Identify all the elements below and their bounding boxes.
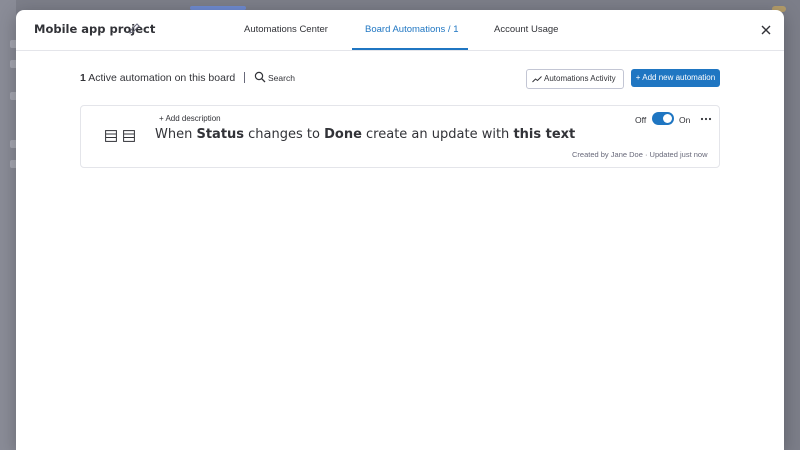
- toggle-knob: [663, 114, 672, 123]
- activity-graph-icon: [532, 76, 542, 83]
- add-new-automation-label: + Add new automation: [635, 73, 716, 82]
- automation-recipe[interactable]: When Status changes to Done create an up…: [155, 127, 575, 142]
- recipe-trigger-column[interactable]: Status: [196, 127, 244, 142]
- active-tab-indicator: [352, 48, 468, 50]
- active-automations-label: 1 Active automation on this board: [80, 72, 235, 84]
- pencil-icon[interactable]: [128, 23, 140, 35]
- automations-activity-label: Automations Activity: [544, 74, 616, 83]
- modal-header: Mobile app project Automations Center Bo…: [16, 10, 784, 51]
- toggle-off-label: Off: [635, 115, 647, 125]
- tab-account-usage[interactable]: Account Usage: [494, 24, 558, 35]
- recipe-text: create an update with: [361, 127, 514, 142]
- automation-toggle[interactable]: [652, 112, 674, 125]
- recipe-text: When: [155, 127, 197, 142]
- close-icon[interactable]: [760, 24, 772, 36]
- recipe-text: changes to: [244, 127, 325, 142]
- automations-activity-button[interactable]: Automations Activity: [526, 69, 624, 89]
- search-label: Search: [268, 73, 295, 83]
- automation-count-suffix: Active automation on this board: [88, 72, 236, 84]
- tab-board-automations[interactable]: Board Automations / 1: [365, 24, 458, 35]
- board-icon: [123, 130, 135, 142]
- tab-automations-center[interactable]: Automations Center: [244, 24, 328, 35]
- add-new-automation-button[interactable]: + Add new automation: [631, 69, 720, 87]
- toggle-on-label: On: [679, 115, 691, 125]
- add-description-link[interactable]: + Add description: [159, 114, 221, 123]
- divider: [244, 72, 245, 83]
- automation-card[interactable]: + Add description When Status changes to…: [80, 105, 720, 168]
- recipe-update-text[interactable]: this text: [513, 127, 575, 142]
- automation-count: 1: [80, 72, 86, 84]
- recipe-trigger-value[interactable]: Done: [324, 127, 362, 142]
- board-icon: [105, 130, 117, 142]
- search-icon: [254, 71, 266, 83]
- automations-modal: Mobile app project Automations Center Bo…: [16, 10, 784, 450]
- automation-meta: Created by Jane Doe · Updated just now: [572, 150, 708, 159]
- more-options-icon[interactable]: [699, 114, 713, 124]
